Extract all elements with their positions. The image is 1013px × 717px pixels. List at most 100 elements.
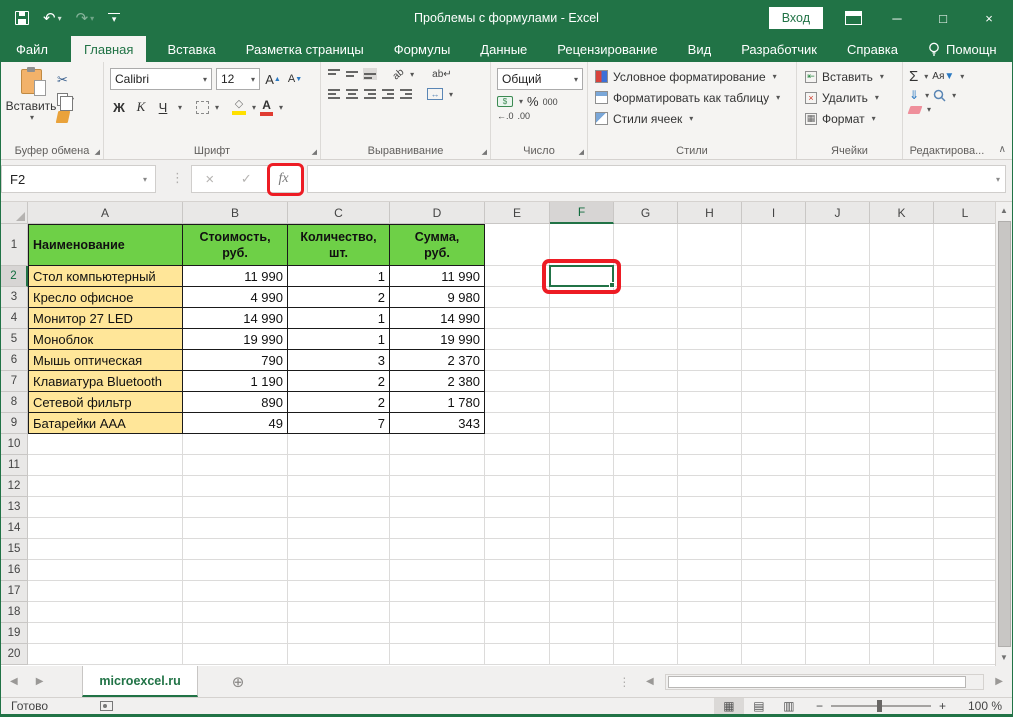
cell-E2[interactable] (485, 266, 550, 287)
align-right-icon[interactable] (363, 88, 377, 100)
comma-style-button[interactable]: 000 (543, 97, 558, 107)
cell-H1[interactable] (678, 224, 742, 266)
align-left-icon[interactable] (327, 88, 341, 100)
cell-F11[interactable] (550, 455, 614, 476)
column-header-K[interactable]: K (870, 202, 934, 224)
cell-E11[interactable] (485, 455, 550, 476)
minimize-button[interactable]: ─ (874, 0, 920, 36)
cell-A2[interactable]: Стол компьютерный (28, 266, 183, 287)
cell-C17[interactable] (288, 581, 390, 602)
cell-C13[interactable] (288, 497, 390, 518)
cell-H5[interactable] (678, 329, 742, 350)
cell-A11[interactable] (28, 455, 183, 476)
cell-G13[interactable] (614, 497, 678, 518)
cell-F10[interactable] (550, 434, 614, 455)
horizontal-scroll-thumb[interactable] (668, 676, 967, 688)
cell-G5[interactable] (614, 329, 678, 350)
wrap-text-icon[interactable]: ab↵ (432, 69, 452, 80)
formula-input[interactable]: ▾ (307, 165, 1006, 193)
cell-G19[interactable] (614, 623, 678, 644)
cell-G3[interactable] (614, 287, 678, 308)
row-header-19[interactable]: 19 (1, 623, 28, 644)
cell-F12[interactable] (550, 476, 614, 497)
cell-K9[interactable] (870, 413, 934, 434)
row-header-1[interactable]: 1 (1, 224, 28, 266)
cell-D5[interactable]: 19 990 (390, 329, 485, 350)
cell-K6[interactable] (870, 350, 934, 371)
cell-A18[interactable] (28, 602, 183, 623)
cell-E10[interactable] (485, 434, 550, 455)
cell-I2[interactable] (742, 266, 806, 287)
cell-C20[interactable] (288, 644, 390, 665)
cell-L12[interactable] (934, 476, 997, 497)
align-top-icon[interactable] (327, 68, 341, 80)
cell-I19[interactable] (742, 623, 806, 644)
page-break-view-button[interactable]: ▥ (774, 698, 804, 714)
cell-D18[interactable] (390, 602, 485, 623)
cell-K5[interactable] (870, 329, 934, 350)
cell-G12[interactable] (614, 476, 678, 497)
cell-F17[interactable] (550, 581, 614, 602)
cell-G10[interactable] (614, 434, 678, 455)
cell-D4[interactable]: 14 990 (390, 308, 485, 329)
column-header-I[interactable]: I (742, 202, 806, 224)
cell-A20[interactable] (28, 644, 183, 665)
cell-K8[interactable] (870, 392, 934, 413)
close-button[interactable]: × (966, 0, 1012, 36)
cell-G11[interactable] (614, 455, 678, 476)
tab-help[interactable]: Справка (834, 36, 911, 62)
cell-E14[interactable] (485, 518, 550, 539)
cell-K12[interactable] (870, 476, 934, 497)
cell-K13[interactable] (870, 497, 934, 518)
row-header-12[interactable]: 12 (1, 476, 28, 497)
tab-developer[interactable]: Разработчик (728, 36, 830, 62)
cell-D1[interactable]: Сумма, руб. (390, 224, 485, 266)
new-sheet-icon[interactable]: ⊕ (232, 673, 245, 691)
cell-J18[interactable] (806, 602, 870, 623)
cell-I10[interactable] (742, 434, 806, 455)
align-center-icon[interactable] (345, 88, 359, 100)
cell-I12[interactable] (742, 476, 806, 497)
cell-K15[interactable] (870, 539, 934, 560)
enter-button[interactable]: ✓ (241, 171, 252, 187)
shrink-font-button[interactable]: А▼ (286, 69, 304, 89)
number-dialog-launcher[interactable]: ◢ (579, 148, 584, 156)
row-header-5[interactable]: 5 (1, 329, 28, 350)
cell-I3[interactable] (742, 287, 806, 308)
cell-I5[interactable] (742, 329, 806, 350)
cell-E19[interactable] (485, 623, 550, 644)
column-header-B[interactable]: B (183, 202, 288, 224)
cell-A3[interactable]: Кресло офисное (28, 287, 183, 308)
decrease-indent-icon[interactable] (381, 88, 395, 100)
cell-G20[interactable] (614, 644, 678, 665)
format-painter-icon[interactable] (56, 111, 71, 123)
cell-B9[interactable]: 49 (183, 413, 288, 434)
row-header-3[interactable]: 3 (1, 287, 28, 308)
cell-H3[interactable] (678, 287, 742, 308)
cell-K10[interactable] (870, 434, 934, 455)
vertical-scroll-thumb[interactable] (998, 221, 1011, 647)
cell-F5[interactable] (550, 329, 614, 350)
cell-J7[interactable] (806, 371, 870, 392)
scroll-down-icon[interactable]: ▼ (996, 649, 1012, 666)
cell-H4[interactable] (678, 308, 742, 329)
cell-F6[interactable] (550, 350, 614, 371)
font-dialog-launcher[interactable]: ◢ (312, 148, 317, 156)
name-box[interactable]: F2▾ (1, 165, 156, 193)
cell-E13[interactable] (485, 497, 550, 518)
save-button[interactable] (15, 11, 29, 25)
cell-C4[interactable]: 1 (288, 308, 390, 329)
cell-B2[interactable]: 11 990 (183, 266, 288, 287)
cell-E6[interactable] (485, 350, 550, 371)
row-header-11[interactable]: 11 (1, 455, 28, 476)
row-header-10[interactable]: 10 (1, 434, 28, 455)
cell-J4[interactable] (806, 308, 870, 329)
clear-eraser-icon[interactable] (908, 106, 923, 114)
cell-B19[interactable] (183, 623, 288, 644)
zoom-slider[interactable] (831, 705, 931, 707)
cell-L18[interactable] (934, 602, 997, 623)
cell-K14[interactable] (870, 518, 934, 539)
cell-D13[interactable] (390, 497, 485, 518)
cell-F18[interactable] (550, 602, 614, 623)
formula-bar-handle[interactable]: ⋮ (171, 170, 184, 186)
